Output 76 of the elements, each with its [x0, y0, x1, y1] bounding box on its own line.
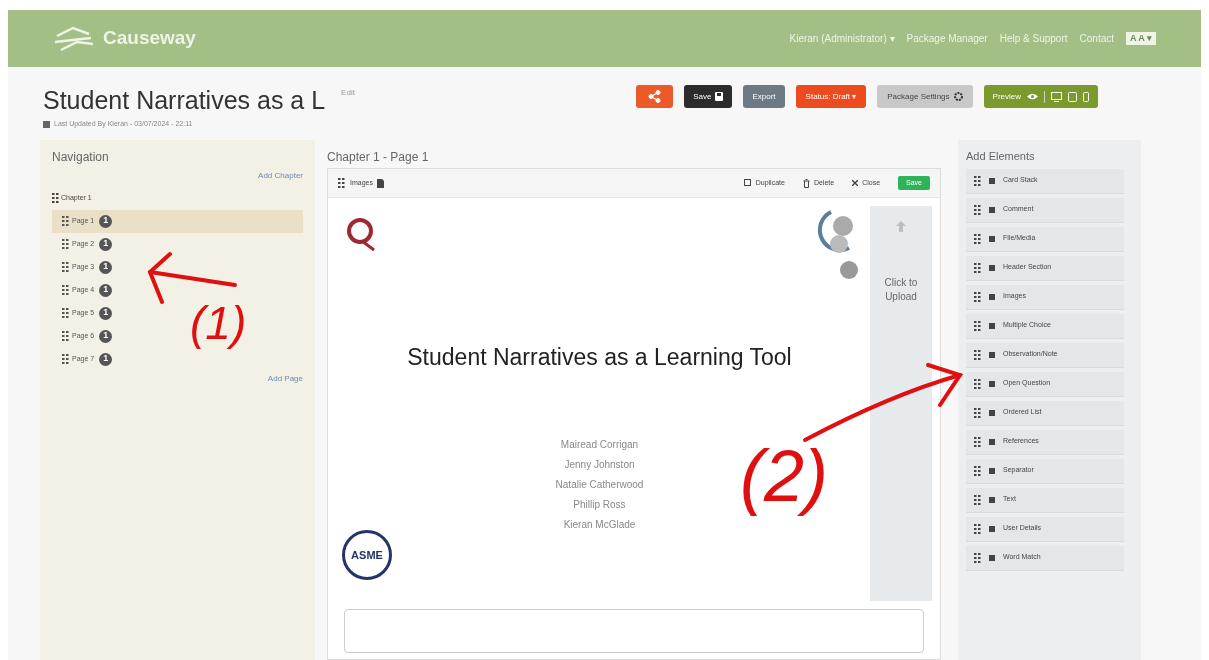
square-icon — [989, 380, 995, 387]
drag-handle-icon[interactable] — [974, 494, 981, 505]
author-name: Mairead Corrigan — [560, 437, 639, 452]
drag-handle-icon[interactable] — [974, 465, 981, 476]
drag-handle-icon[interactable] — [52, 193, 59, 204]
square-icon — [989, 525, 995, 532]
drag-handle-icon[interactable] — [62, 331, 69, 341]
square-icon — [989, 206, 995, 213]
phone-icon[interactable] — [1083, 91, 1089, 102]
drag-handle-icon[interactable] — [974, 552, 981, 563]
square-icon — [989, 554, 995, 561]
author-name: Jenny Johnston — [564, 457, 635, 472]
drag-handle-icon[interactable] — [974, 262, 981, 273]
square-icon — [989, 496, 995, 503]
drag-handle-icon[interactable] — [974, 407, 981, 418]
copy-icon — [743, 179, 752, 187]
drag-handle-icon[interactable] — [62, 354, 69, 364]
count-badge: 1 — [99, 352, 113, 366]
monitor-icon[interactable] — [1051, 91, 1062, 102]
count-badge: 1 — [99, 260, 113, 274]
square-icon — [989, 438, 995, 445]
drag-handle-icon[interactable] — [62, 308, 69, 318]
trash-icon — [802, 178, 810, 188]
text-input-field[interactable] — [344, 609, 924, 653]
upload-area[interactable]: Click to Upload — [870, 206, 932, 601]
asme-logo: ASME — [342, 530, 392, 580]
gear-icon — [953, 92, 963, 101]
university-crest-icon — [346, 216, 376, 252]
count-badge: 1 — [99, 214, 113, 228]
drag-handle-icon[interactable] — [974, 436, 981, 447]
square-icon — [989, 322, 995, 329]
drag-handle-icon[interactable] — [974, 233, 981, 244]
author-name: Natalie Catherwood — [555, 477, 644, 492]
drag-handle-icon[interactable] — [338, 178, 345, 188]
count-badge: 1 — [99, 283, 113, 297]
share-button[interactable] — [636, 85, 674, 108]
square-icon — [989, 409, 995, 416]
slide-title: Student Narratives as a Learning Tool — [407, 343, 792, 372]
save-button[interactable]: Save — [684, 85, 733, 108]
drag-handle-icon[interactable] — [974, 378, 981, 389]
eye-icon — [1027, 93, 1038, 100]
count-badge: 1 — [99, 329, 113, 343]
drag-handle-icon[interactable] — [62, 285, 69, 295]
square-icon — [989, 235, 995, 242]
font-size-toggle[interactable]: A A ▾ — [1126, 31, 1156, 46]
count-badge: 1 — [99, 306, 113, 320]
drag-handle-icon[interactable] — [974, 523, 981, 534]
author-name: Kieran McGlade — [563, 517, 636, 532]
drag-handle-icon[interactable] — [974, 320, 981, 331]
package-title: Student Narratives as a L — [43, 85, 326, 115]
close-icon — [852, 180, 859, 186]
author-name: Phillip Ross — [573, 497, 626, 512]
upload-icon — [895, 220, 907, 234]
tablet-icon[interactable] — [1068, 91, 1077, 102]
square-icon — [989, 467, 995, 474]
share-icon — [648, 90, 662, 103]
drag-handle-icon[interactable] — [62, 262, 69, 272]
square-icon — [989, 264, 995, 271]
package-settings-button[interactable]: Package Settings — [877, 85, 973, 108]
drag-handle-icon[interactable] — [974, 291, 981, 302]
square-icon — [989, 177, 995, 184]
status-dropdown[interactable]: Status: Draft ▾ — [795, 85, 867, 108]
count-badge: 1 — [99, 237, 113, 251]
square-icon — [989, 293, 995, 300]
export-button[interactable]: Export — [743, 85, 785, 108]
panel-heading: Navigation — [52, 149, 110, 166]
calendar-icon — [43, 120, 50, 128]
drag-handle-icon[interactable] — [974, 175, 981, 186]
drag-handle-icon[interactable] — [974, 204, 981, 215]
panel-heading: Add Elements — [966, 149, 1036, 164]
page-heading: Chapter 1 - Page 1 — [327, 149, 430, 166]
drag-handle-icon[interactable] — [62, 239, 69, 249]
drag-handle-icon[interactable] — [974, 349, 981, 360]
square-icon — [989, 351, 995, 358]
document-icon — [376, 178, 384, 188]
drag-handle-icon[interactable] — [62, 216, 69, 226]
